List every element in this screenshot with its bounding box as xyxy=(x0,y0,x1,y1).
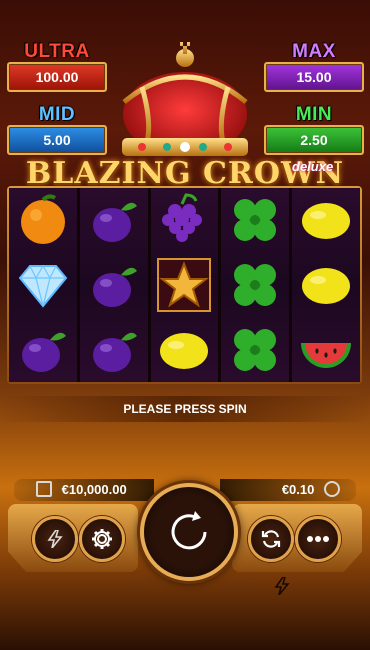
lightning-icon xyxy=(274,576,290,596)
reel-symbol xyxy=(226,321,284,379)
jackpot-mid: MID 5.00 xyxy=(7,105,107,155)
reel-symbol xyxy=(85,191,143,249)
clover-icon xyxy=(234,199,277,242)
reel-symbol xyxy=(14,191,72,249)
reel-symbol xyxy=(297,191,355,249)
plum-icon xyxy=(92,203,137,243)
balance-display: €10,000.00 xyxy=(14,479,154,501)
reel-symbol xyxy=(297,321,355,379)
spin-button[interactable] xyxy=(140,483,238,581)
reel-4 xyxy=(221,188,290,382)
plum-icon xyxy=(92,267,137,307)
status-message: PLEASE PRESS SPIN xyxy=(0,396,370,422)
wallet-icon xyxy=(36,481,52,497)
reel-symbol xyxy=(155,191,213,249)
plum-icon xyxy=(21,332,66,372)
reel-symbol xyxy=(85,256,143,314)
crown-logo xyxy=(122,42,248,156)
reel-3 xyxy=(150,188,219,382)
reel-grid xyxy=(9,188,360,382)
jackpot-label: MAX xyxy=(292,41,336,62)
settings-button[interactable] xyxy=(79,516,125,562)
reel-symbol xyxy=(226,191,284,249)
reel-5 xyxy=(292,188,360,382)
reel-symbol xyxy=(155,321,213,379)
lemon-icon xyxy=(302,267,351,304)
jackpot-label: MIN xyxy=(295,104,333,125)
reel-symbol xyxy=(297,256,355,314)
autoplay-icon xyxy=(261,530,281,548)
reel-frame xyxy=(7,186,362,384)
lightning-icon xyxy=(47,530,63,548)
game-edition: deluxe xyxy=(292,159,334,174)
reel-1 xyxy=(9,188,77,382)
jackpot-value: 5.00 xyxy=(7,125,107,155)
jackpot-label: MID xyxy=(38,104,76,125)
reel-symbol xyxy=(155,256,213,314)
jackpot-ultra: ULTRA 100.00 xyxy=(7,42,107,92)
jackpot-value: 100.00 xyxy=(7,62,107,92)
autoplay-button[interactable] xyxy=(248,516,294,562)
jackpot-label: ULTRA xyxy=(24,41,90,62)
reel-symbol xyxy=(85,321,143,379)
turbo-button[interactable] xyxy=(32,516,78,562)
diamond-icon xyxy=(18,264,68,308)
reel-symbol xyxy=(14,256,72,314)
reel-symbol xyxy=(14,321,72,379)
grapes-icon xyxy=(162,193,203,243)
bet-value: €0.10 xyxy=(281,482,315,497)
orange-icon xyxy=(20,194,65,245)
jackpot-max: MAX 15.00 xyxy=(264,42,364,92)
watermelon-icon xyxy=(301,342,352,368)
lemon-icon xyxy=(302,203,351,240)
clover-icon xyxy=(234,263,277,306)
clover-icon xyxy=(234,328,277,371)
plum-icon xyxy=(92,332,137,372)
bet-display[interactable]: €0.10 xyxy=(220,479,356,501)
spin-arrow-icon xyxy=(171,511,207,550)
reel-2 xyxy=(79,188,148,382)
jackpot-value: 2.50 xyxy=(264,125,364,155)
gear-icon xyxy=(92,529,112,549)
lemon-icon xyxy=(160,332,209,369)
balance-value: €10,000.00 xyxy=(61,482,127,497)
quick-spin-button[interactable] xyxy=(274,576,290,596)
reel-symbol xyxy=(226,256,284,314)
star-icon xyxy=(157,257,212,312)
jackpot-min: MIN 2.50 xyxy=(264,105,364,155)
more-icon xyxy=(307,536,329,542)
jackpot-value: 15.00 xyxy=(264,62,364,92)
menu-button[interactable] xyxy=(295,516,341,562)
coins-icon xyxy=(324,481,340,497)
